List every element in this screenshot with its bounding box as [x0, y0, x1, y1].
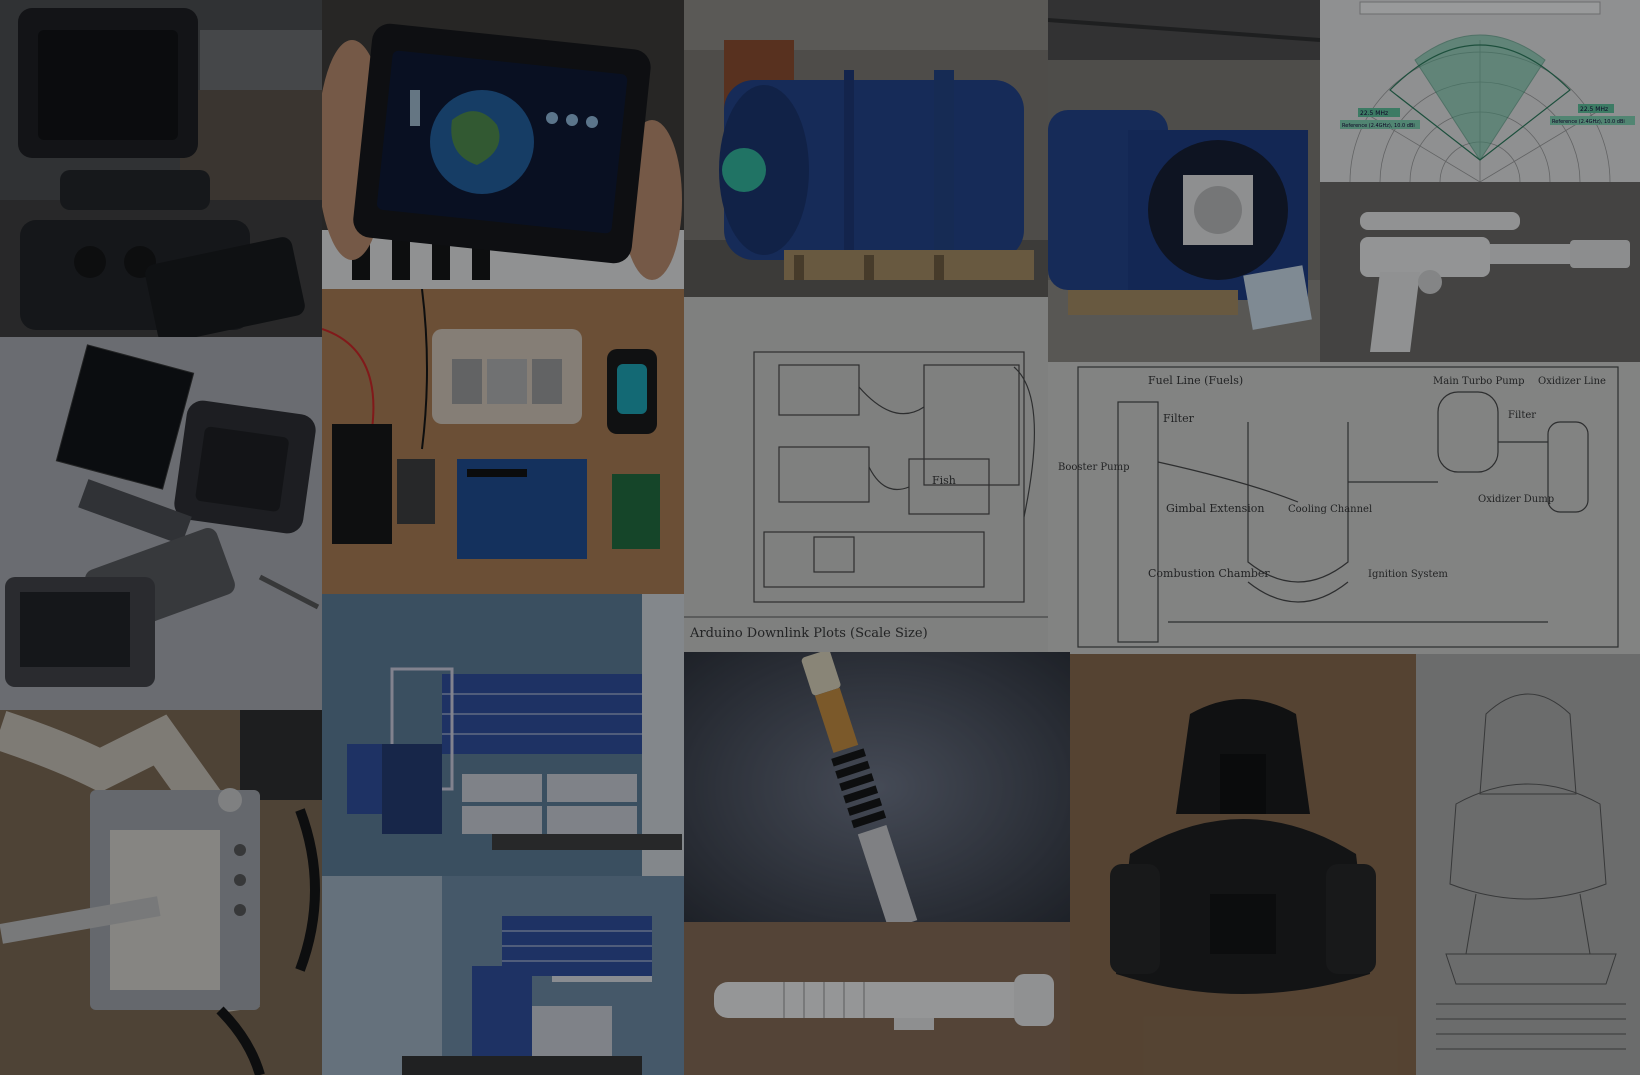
photo-lightsaber-print[interactable]	[684, 922, 1070, 1075]
photo-arduino-parts-layout-art	[322, 289, 684, 594]
photo-handheld-console-build-art	[0, 0, 322, 337]
photo-helmet-print-art	[1070, 654, 1416, 1075]
sketch-label-ignition: Ignition System	[1368, 569, 1448, 580]
polar-legend-right-bottom: Reference (2.4GHz), 10.0 dBi	[1552, 119, 1625, 125]
sketch-arduino-downlink[interactable]: Fish Arduino Downlink Plots (Scale Size)	[684, 297, 1048, 652]
chart-polar-plot[interactable]: 22.5 MHz Reference (2.4GHz), 10.0 dBi 22…	[1320, 0, 1640, 182]
sketch-arduino-downlink-art: Fish Arduino Downlink Plots (Scale Size)	[684, 297, 1048, 652]
sketch-label-combustion: Combustion Chamber	[1148, 567, 1270, 580]
photo-mechanism-prototype[interactable]	[0, 710, 322, 1075]
polar-legend-left-top: 22.5 MHz	[1360, 110, 1388, 117]
sketch-label-oxidizer-line: Oxidizer Line	[1538, 376, 1606, 387]
photo-wind-tunnel-side[interactable]	[1048, 0, 1320, 362]
sketch-label-cooling: Cooling Channel	[1288, 504, 1372, 515]
render-lightsaber[interactable]	[684, 652, 1070, 922]
sketch-label-fuel-line: Fuel Line (Fuels)	[1148, 374, 1243, 387]
sketch-label-gimbal: Gimbal Extension	[1166, 502, 1264, 515]
sketch-label-filter: Filter	[1163, 412, 1195, 425]
cad-console-exploded-art	[0, 337, 322, 710]
render-lightsaber-art	[684, 652, 1070, 922]
cad-desk-front-art	[322, 594, 684, 876]
photo-handheld-console-build[interactable]	[0, 0, 322, 337]
sketch-label-fish: Fish	[932, 474, 956, 487]
sketch-rocket-engine-art: Fuel Line (Fuels) Filter Main Turbo Pump…	[1048, 362, 1640, 654]
photo-handheld-console-screen[interactable]	[322, 0, 684, 289]
photo-arduino-parts-layout[interactable]	[322, 289, 684, 594]
photo-mechanism-prototype-art	[0, 710, 322, 1075]
sketch-helmet[interactable]	[1416, 654, 1640, 1075]
sketch-label-booster-pump: Booster Pump	[1058, 462, 1129, 473]
photo-wind-tunnel-side-art	[1048, 0, 1320, 362]
cad-desk-front[interactable]	[322, 594, 684, 876]
photo-wind-tunnel-front[interactable]	[684, 0, 1048, 297]
sketch-label-filter-2: Filter	[1508, 410, 1536, 421]
sketch-label-turbo-pump: Main Turbo Pump	[1433, 376, 1525, 387]
sketch-label-oxidizer-dump: Oxidizer Dump	[1478, 494, 1554, 505]
polar-legend-right-top: 22.5 MHz	[1580, 106, 1608, 113]
sketch-helmet-art	[1416, 654, 1640, 1075]
photo-printed-blaster[interactable]	[1320, 182, 1640, 362]
photo-printed-blaster-art	[1320, 182, 1640, 362]
cad-desk-perspective-art	[322, 876, 684, 1075]
cad-desk-perspective[interactable]	[322, 876, 684, 1075]
sketch-rocket-engine[interactable]: Fuel Line (Fuels) Filter Main Turbo Pump…	[1048, 362, 1640, 654]
photo-helmet-print[interactable]	[1070, 654, 1416, 1075]
photo-handheld-console-screen-art	[322, 0, 684, 289]
photo-lightsaber-print-art	[684, 922, 1070, 1075]
photo-wind-tunnel-front-art	[684, 0, 1048, 297]
chart-polar-plot-art: 22.5 MHz Reference (2.4GHz), 10.0 dBi 22…	[1320, 0, 1640, 182]
cad-console-exploded[interactable]	[0, 337, 322, 710]
polar-legend-left-bottom: Reference (2.4GHz), 10.0 dBi	[1342, 123, 1415, 129]
sketch-caption: Arduino Downlink Plots (Scale Size)	[689, 626, 928, 641]
